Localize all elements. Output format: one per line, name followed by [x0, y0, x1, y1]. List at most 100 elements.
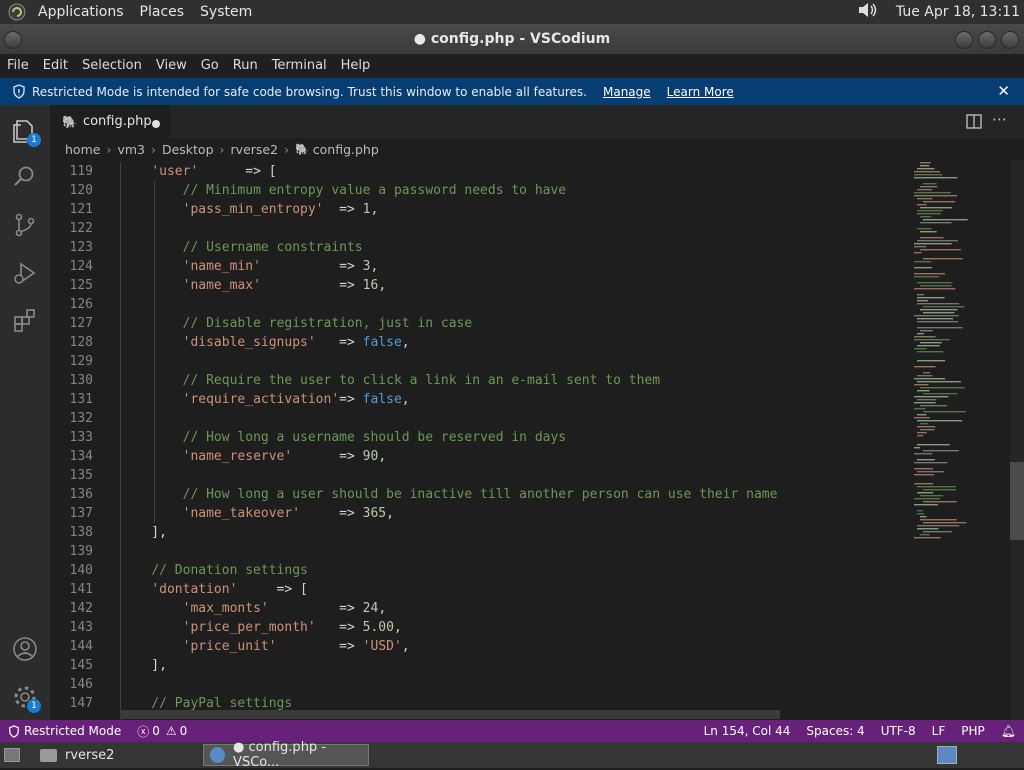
source-control-icon[interactable] — [11, 211, 39, 239]
cursor-position[interactable]: Ln 154, Col 44 — [696, 724, 799, 738]
minimap-line — [917, 321, 959, 323]
code-line[interactable]: 141 'dontation' => [ — [50, 580, 906, 599]
breadcrumb-vm3[interactable]: vm3 — [117, 142, 145, 157]
error-icon: ⓧ — [137, 724, 150, 739]
code-line[interactable]: 124 'name_min' => 3, — [50, 257, 906, 276]
menu-help[interactable]: Help — [334, 54, 378, 78]
menu-edit[interactable]: Edit — [36, 54, 75, 78]
line-number: 146 — [69, 677, 93, 692]
search-icon[interactable] — [11, 163, 39, 191]
minimap-line — [917, 486, 956, 488]
manage-link[interactable]: Manage — [603, 85, 651, 99]
code-line[interactable]: 139 — [50, 542, 906, 561]
encoding[interactable]: UTF-8 — [873, 724, 924, 738]
code-text: ], — [120, 525, 167, 540]
code-line[interactable]: 132 — [50, 409, 906, 428]
minimap-line — [923, 522, 967, 524]
workspace-switcher-icon[interactable] — [937, 746, 957, 764]
code-line[interactable]: 133 // How long a username should be res… — [50, 428, 906, 447]
folder-icon[interactable] — [40, 748, 57, 762]
scrollbar-thumb[interactable] — [1010, 462, 1024, 540]
gnome-logo-icon[interactable] — [6, 2, 28, 22]
minimize-button[interactable] — [955, 31, 973, 49]
code-line[interactable]: 145 ], — [50, 656, 906, 675]
code-line[interactable]: 119 'user' => [ — [50, 162, 906, 181]
code-line[interactable]: 146 — [50, 675, 906, 694]
code-line[interactable]: 128 'disable_signups' => false, — [50, 333, 906, 352]
code-line[interactable]: 131 'require_activation'=> false, — [50, 390, 906, 409]
breadcrumb-desktop[interactable]: Desktop — [162, 142, 214, 157]
places-menu[interactable]: Places — [132, 0, 193, 24]
line-number: 136 — [69, 487, 93, 502]
learn-more-link[interactable]: Learn More — [667, 85, 734, 99]
more-actions-icon[interactable]: ⋯ — [992, 110, 1007, 128]
split-editor-icon[interactable] — [966, 114, 982, 133]
breadcrumb-home[interactable]: home — [65, 142, 100, 157]
clock[interactable]: Tue Apr 18, 13:11 — [888, 0, 1024, 24]
minimap-line — [917, 459, 935, 461]
menu-selection[interactable]: Selection — [75, 54, 149, 78]
restricted-mode-indicator[interactable]: Restricted Mode — [0, 720, 130, 742]
volume-icon[interactable] — [856, 1, 878, 23]
code-line[interactable]: 129 — [50, 352, 906, 371]
code-line[interactable]: 140 // Donation settings — [50, 561, 906, 580]
menu-go[interactable]: Go — [194, 54, 226, 78]
menu-view[interactable]: View — [149, 54, 194, 78]
notifications-bell-icon[interactable]: 🔔︎ — [993, 724, 1024, 738]
minimap-line — [914, 384, 929, 386]
minimap-line — [917, 297, 945, 299]
breadcrumb-rverse2[interactable]: rverse2 — [231, 142, 279, 157]
code-line[interactable]: 134 'name_reserve' => 90, — [50, 447, 906, 466]
code-line[interactable]: 121 'pass_min_entropy' => 1, — [50, 200, 906, 219]
code-line[interactable]: 143 'price_per_month' => 5.00, — [50, 618, 906, 637]
horizontal-scrollbar[interactable] — [120, 710, 780, 719]
taskbar-vscodium-item[interactable]: ● config.php - VSCo... — [203, 740, 369, 770]
window-menu-button[interactable] — [4, 31, 22, 49]
code-line[interactable]: 142 'max_monts' => 24, — [50, 599, 906, 618]
end-of-line[interactable]: LF — [924, 724, 954, 738]
explorer-icon[interactable]: 1 — [11, 117, 41, 147]
extensions-icon[interactable] — [11, 307, 39, 335]
accounts-icon[interactable] — [11, 635, 39, 663]
taskbar-folder-item[interactable]: rverse2 — [65, 748, 114, 763]
code-line[interactable]: 120 // Minimum entropy value a password … — [50, 181, 906, 200]
code-line[interactable]: 123 // Username constraints — [50, 238, 906, 257]
minimap-line — [914, 315, 959, 317]
vertical-scrollbar[interactable] — [1010, 160, 1024, 720]
menu-run[interactable]: Run — [226, 54, 265, 78]
code-line[interactable]: 144 'price_unit' => 'USD', — [50, 637, 906, 656]
code-line[interactable]: 137 'name_takeover' => 365, — [50, 504, 906, 523]
menu-file[interactable]: File — [0, 54, 36, 78]
code-line[interactable]: 135 — [50, 466, 906, 485]
indentation[interactable]: Spaces: 4 — [798, 724, 872, 738]
system-menu[interactable]: System — [192, 0, 260, 24]
language-mode[interactable]: PHP — [953, 724, 993, 738]
code-text: 'name_max' => 16, — [182, 278, 387, 293]
problems-indicator[interactable]: ⓧ 0 ⚠ 0 — [129, 723, 195, 740]
minimap-line — [917, 375, 933, 377]
applications-menu[interactable]: Applications — [30, 0, 132, 24]
tab-config-php[interactable]: 🐘 config.php — [50, 105, 170, 138]
maximize-button[interactable] — [978, 31, 996, 49]
code-line[interactable]: 136 // How long a user should be inactiv… — [50, 485, 906, 504]
run-debug-icon[interactable] — [11, 259, 39, 287]
code-line[interactable]: 127 // Disable registration, just in cas… — [50, 314, 906, 333]
close-icon[interactable]: ✕ — [997, 82, 1010, 100]
unsaved-dot-icon[interactable] — [152, 120, 160, 128]
code-line[interactable]: 122 — [50, 219, 906, 238]
window-titlebar[interactable]: ● config.php - VSCodium — [0, 24, 1024, 54]
close-window-button[interactable] — [1001, 31, 1019, 49]
minimap[interactable] — [906, 160, 1010, 720]
code-line[interactable]: 130 // Require the user to click a link … — [50, 371, 906, 390]
minimap-line — [914, 483, 934, 485]
code-line[interactable]: 125 'name_max' => 16, — [50, 276, 906, 295]
settings-gear-icon[interactable]: 1 — [11, 683, 41, 713]
breadcrumb-file[interactable]: config.php — [313, 142, 379, 157]
minimap-line — [914, 243, 952, 245]
code-line[interactable]: 126 — [50, 295, 906, 314]
show-desktop-icon[interactable] — [4, 748, 20, 762]
code-editor[interactable]: 119 'user' => [120 // Minimum entropy va… — [50, 162, 906, 720]
menu-terminal[interactable]: Terminal — [265, 54, 334, 78]
minimap-line — [914, 246, 927, 248]
code-line[interactable]: 138 ], — [50, 523, 906, 542]
